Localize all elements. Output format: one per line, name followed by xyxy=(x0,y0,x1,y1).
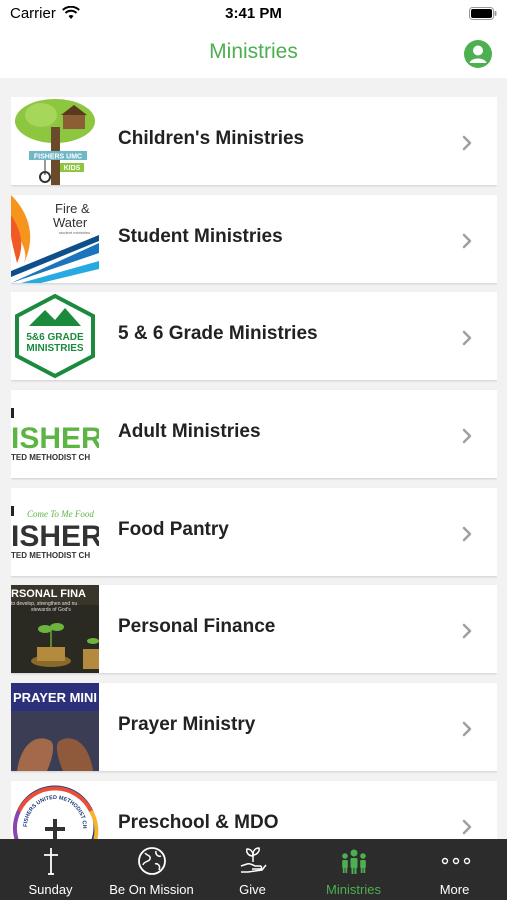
list-item-adult-ministries[interactable]: ISHER TED METHODIST CH Adult Ministries xyxy=(11,390,497,479)
tab-label: Give xyxy=(239,882,266,897)
chevron-right-icon xyxy=(462,233,472,248)
tab-ministries[interactable]: Ministries xyxy=(303,839,404,900)
thumb-text: PRAYER MINI xyxy=(13,690,97,705)
thumb-text: RSONAL FINA xyxy=(11,588,86,600)
tab-sunday[interactable]: Sunday xyxy=(0,839,101,900)
list-item-prayer-ministry[interactable]: PRAYER MINI Prayer Ministry xyxy=(11,683,497,772)
thumb-text: KIDS xyxy=(64,165,81,172)
grade-ministries-thumbnail: 5&6 GRADE MINISTRIES xyxy=(11,292,99,381)
thumb-text: stewards of God's xyxy=(31,607,71,613)
list-item-preschool-mdo[interactable]: FISHERS UNITED METHODIST CHURCH Preschoo… xyxy=(11,780,497,839)
thumb-text: FISHERS UMC xyxy=(34,154,82,161)
status-time: 3:41 PM xyxy=(225,5,282,22)
list-item-label: Children's Ministries xyxy=(118,128,305,149)
list-item-label: Personal Finance xyxy=(118,616,276,638)
tab-label: Ministries xyxy=(326,882,381,897)
list-item-food-pantry[interactable]: Come To Me Food ISHER TED METHODIST CH F… xyxy=(11,487,497,576)
prayer-ministry-thumbnail: PRAYER MINI xyxy=(11,683,99,772)
people-icon xyxy=(341,849,366,874)
list-item-label: Student Ministries xyxy=(118,225,283,247)
status-bar: Carrier 3:41 PM xyxy=(0,0,507,30)
page-title: Ministries xyxy=(209,40,298,63)
thumb-text: Fire & xyxy=(55,201,90,216)
globe-icon xyxy=(137,847,166,875)
list-item-label: Adult Ministries xyxy=(118,421,261,443)
tab-label: Sunday xyxy=(28,882,73,897)
list-item-student-ministries[interactable]: Fire & Water student ministries Student … xyxy=(11,194,497,283)
thumb-text: TED METHODIST CH xyxy=(11,453,90,462)
tab-give[interactable]: Give xyxy=(202,839,303,900)
more-dots-icon xyxy=(441,857,470,865)
chevron-right-icon xyxy=(462,721,472,737)
list-item-label: 5 & 6 Grade Ministries xyxy=(118,323,318,345)
navigation-bar: Ministries xyxy=(0,30,507,78)
student-ministries-thumbnail: Fire & Water student ministries xyxy=(11,194,99,283)
list-item-label: Prayer Ministry xyxy=(118,714,256,736)
tab-more[interactable]: More xyxy=(404,839,507,900)
thumb-text: ISHER xyxy=(11,422,99,455)
chevron-right-icon xyxy=(462,819,472,835)
tab-label: More xyxy=(439,882,470,897)
list-item-childrens-ministries[interactable]: FISHERS UMC KIDS Children's Ministries xyxy=(11,97,497,185)
thumb-text: Come To Me Food xyxy=(27,509,94,519)
thumb-text: Water xyxy=(53,215,88,230)
list-item-personal-finance[interactable]: RSONAL FINA to develop, strengthen and n… xyxy=(11,585,497,674)
chevron-right-icon xyxy=(462,526,472,541)
battery-icon xyxy=(469,7,497,20)
tab-be-on-mission[interactable]: Be On Mission xyxy=(101,839,202,900)
chevron-right-icon xyxy=(462,428,472,444)
thumb-text: TED METHODIST CH xyxy=(11,551,90,560)
list-item-5-6-grade-ministries[interactable]: 5&6 GRADE MINISTRIES 5 & 6 Grade Ministr… xyxy=(11,292,497,381)
chevron-right-icon xyxy=(462,624,472,639)
list-item-label: Food Pantry xyxy=(118,518,229,540)
preschool-mdo-thumbnail: FISHERS UNITED METHODIST CHURCH xyxy=(11,780,99,839)
tab-label: Be On Mission xyxy=(109,882,194,897)
cross-icon xyxy=(43,848,58,875)
hand-plant-icon xyxy=(240,847,267,873)
adult-ministries-thumbnail: ISHER TED METHODIST CH xyxy=(11,390,99,479)
tab-bar: Sunday Be On Mission Give Ministries Mor… xyxy=(0,839,507,900)
food-pantry-thumbnail: Come To Me Food ISHER TED METHODIST CH xyxy=(11,487,99,576)
chevron-right-icon xyxy=(462,135,472,151)
ministries-list[interactable]: FISHERS UMC KIDS Children's Ministries F… xyxy=(11,97,497,839)
profile-icon[interactable] xyxy=(463,39,493,69)
thumb-text: student ministries xyxy=(59,230,90,235)
thumb-text: ISHER xyxy=(11,520,99,553)
thumb-text: MINISTRIES xyxy=(26,343,84,354)
chevron-right-icon xyxy=(462,331,472,346)
childrens-ministries-thumbnail: FISHERS UMC KIDS xyxy=(11,97,99,185)
thumb-text: 5&6 GRADE xyxy=(26,332,84,343)
list-item-label: Preschool & MDO xyxy=(118,811,279,833)
personal-finance-thumbnail: RSONAL FINA to develop, strengthen and n… xyxy=(11,585,99,674)
